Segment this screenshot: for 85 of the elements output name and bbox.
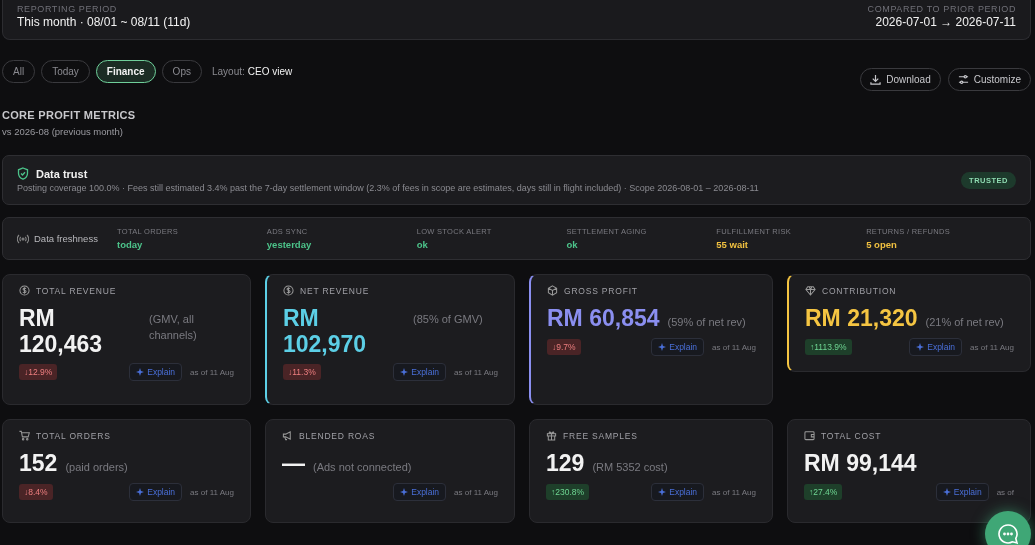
sparkle-icon — [136, 368, 145, 376]
wallet-icon — [804, 430, 815, 441]
metric-label: TOTAL ORDERS — [36, 430, 111, 441]
dollar-icon — [283, 285, 294, 296]
change-badge: ↑27.4% — [804, 484, 843, 500]
download-icon — [870, 74, 882, 85]
freshness-value: ok — [566, 239, 579, 250]
metric-label: CONTRIBUTION — [822, 285, 897, 296]
explain-button[interactable]: Explain — [393, 483, 447, 501]
metric-note: (GMV, all channels) — [149, 312, 198, 343]
freshness-title: Data freshness — [34, 233, 98, 244]
trust-description: Posting coverage 100.0% · Fees still estimated 3.4% past the 7-day settlement window (2.3% of fees in scope are estimates, days still in flight included) · Scope 2026-08-01 – 2026-08-11 — [17, 183, 759, 193]
freshness-value: yesterday — [266, 239, 313, 250]
as-of-date: as of 11 Aug — [190, 487, 234, 497]
freshness-value: ok — [416, 239, 429, 250]
as-of-date: as of — [996, 487, 1014, 497]
metric-value: RM 60,854 — [547, 305, 660, 332]
sparkle-icon — [916, 343, 925, 351]
change-badge: ↑1113.9% — [805, 339, 852, 355]
sparkle-icon — [400, 368, 409, 376]
layout-label: Layout: — [211, 65, 245, 77]
diamond-icon — [805, 285, 816, 296]
dollar-icon — [19, 285, 30, 296]
metric-value: 152 — [19, 450, 58, 477]
layout-value: CEO view — [247, 65, 293, 77]
metric-note: (Ads not connected) — [313, 461, 412, 473]
change-badge: ↑230.8% — [546, 484, 590, 500]
explain-button[interactable]: Explain — [129, 363, 183, 381]
freshness-value: 5 open — [866, 239, 898, 250]
as-of-date: as of 11 Aug — [712, 487, 756, 497]
metric-note: (85% of GMV) — [413, 312, 484, 327]
change-badge: ↓9.7% — [547, 339, 581, 355]
filter-chip[interactable]: Finance — [95, 59, 156, 83]
freshness-value: 55 wait — [716, 239, 749, 250]
metric-note: (RM 5352 cost) — [592, 461, 668, 473]
metric-note: (paid orders) — [65, 461, 128, 473]
as-of-date: as of 11 Aug — [454, 487, 498, 497]
section-title: CORE PROFIT METRICS — [2, 109, 137, 121]
sparkle-icon — [136, 488, 145, 496]
sparkle-icon — [658, 488, 667, 496]
sparkle-icon — [400, 488, 409, 496]
metric-value: RM 120,463 — [19, 305, 104, 357]
explain-button[interactable]: Explain — [651, 483, 705, 501]
trust-title: Data trust — [36, 167, 88, 180]
metric-value: RM 99,144 — [804, 450, 917, 477]
freshness-value: today — [117, 239, 144, 250]
as-of-date: as of 11 Aug — [970, 342, 1014, 352]
broadcast-icon — [17, 233, 29, 244]
metric-value: 129 — [546, 450, 585, 477]
metric-label: BLENDED ROAS — [299, 430, 376, 441]
metric-note: (21% of net rev) — [925, 316, 1004, 328]
metric-label: TOTAL REVENUE — [36, 285, 117, 296]
section-subtitle: vs 2026-08 (previous month) — [2, 126, 124, 137]
megaphone-icon — [282, 430, 293, 441]
metric-value: — — [282, 450, 305, 477]
as-of-date: as of 11 Aug — [712, 342, 756, 352]
box-icon — [547, 285, 558, 296]
compare-value: 2026-07-01 → 2026-07-11 — [875, 15, 1016, 29]
period-label: REPORTING PERIOD — [17, 4, 118, 14]
metric-value: RM 102,970 — [283, 305, 368, 357]
cart-icon — [19, 430, 30, 441]
metric-label: GROSS PROFIT — [564, 285, 638, 296]
gift-icon — [546, 430, 557, 441]
change-badge: ↓11.3% — [283, 364, 321, 380]
explain-button[interactable]: Explain — [935, 483, 989, 501]
sparkle-icon — [942, 488, 951, 496]
shield-check-icon — [17, 167, 29, 180]
metric-value: RM 21,320 — [805, 305, 918, 332]
sparkle-icon — [658, 343, 667, 351]
metric-note: (59% of net rev) — [667, 316, 746, 328]
explain-button[interactable]: Explain — [393, 363, 447, 381]
explain-button[interactable]: Explain — [909, 338, 963, 356]
period-value: This month · 08/01 ~ 08/11 (11d) — [17, 15, 191, 29]
as-of-date: as of 11 Aug — [190, 367, 234, 377]
explain-button[interactable]: Explain — [129, 483, 183, 501]
metric-label: NET REVENUE — [300, 285, 370, 296]
explain-button[interactable]: Explain — [651, 338, 705, 356]
metric-label: FREE SAMPLES — [563, 430, 638, 441]
chat-bubble-icon — [997, 523, 1019, 545]
sliders-icon — [957, 74, 969, 85]
as-of-date: as of 11 Aug — [454, 367, 498, 377]
change-badge: ↓12.9% — [19, 364, 58, 380]
metric-label: TOTAL COST — [821, 430, 882, 441]
change-badge: ↓8.4% — [19, 484, 53, 500]
compare-label: COMPARED TO PRIOR PERIOD — [867, 4, 1016, 14]
